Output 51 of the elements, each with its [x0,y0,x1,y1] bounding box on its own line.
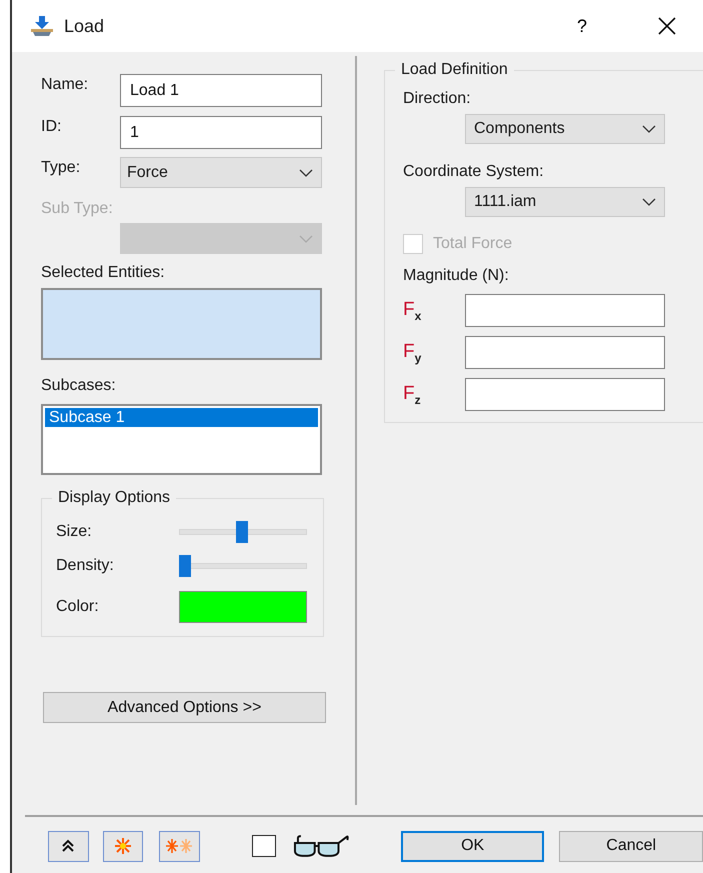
force-component-field[interactable] [465,378,665,411]
cancel-button[interactable]: Cancel [559,830,703,862]
sub-type-label: Sub Type: [41,200,113,218]
load-icon [30,15,54,37]
density-slider-thumb[interactable] [179,555,191,577]
chevron-down-icon [299,234,313,242]
show-checkbox[interactable] [252,835,276,857]
help-button[interactable]: ? [570,16,593,36]
subcases-list[interactable]: Subcase 1 [41,404,322,475]
direction-label: Direction: [403,90,471,108]
name-field[interactable]: Load 1 [120,74,322,107]
close-icon[interactable] [657,16,677,36]
coordinate-system-dropdown[interactable]: 1111.iam [465,187,665,217]
name-label: Name: [41,75,90,94]
id-label: ID: [41,117,62,136]
color-swatch[interactable] [179,591,307,623]
magnitude-label: Magnitude (N): [403,267,509,285]
color-label: Color: [56,598,99,616]
ok-button[interactable]: OK [400,830,544,862]
size-slider[interactable] [179,521,307,543]
direction-dropdown[interactable]: Components [465,114,665,144]
burst-icon [114,837,132,855]
chevron-down-icon [642,198,656,206]
selected-entities-box[interactable] [41,288,322,360]
density-label: Density: [56,557,114,575]
double-burst-icon [165,838,194,854]
force-component-label: F$_{y}$ [403,340,422,364]
advanced-options-button[interactable]: Advanced Options >> [43,692,326,723]
window-title: Load [64,16,104,36]
total-force-label: Total Force [433,235,512,253]
double-chevron-up-icon [60,838,76,854]
density-slider[interactable] [179,555,307,577]
selected-entities-label: Selected Entities: [41,264,165,282]
subcases-label: Subcases: [41,377,116,395]
chevron-down-icon [299,168,313,176]
display-options-title: Display Options [52,489,176,507]
size-label: Size: [56,523,92,541]
burst-button[interactable] [102,830,144,862]
collapse-button[interactable] [48,830,89,862]
force-component-field[interactable] [465,336,665,369]
force-component-field[interactable] [465,294,665,327]
type-dropdown[interactable]: Force [120,157,322,188]
force-component-label: F$_{z}$ [403,382,422,406]
subcase-item[interactable]: Subcase 1 [45,408,318,427]
id-field[interactable]: 1 [120,116,322,149]
type-label: Type: [41,158,82,177]
chevron-down-icon [642,125,656,133]
coordinate-system-label: Coordinate System: [403,163,544,181]
force-component-label: F$_{x}$ [403,298,422,322]
size-slider-thumb[interactable] [236,521,248,543]
multi-burst-button[interactable] [159,830,200,862]
